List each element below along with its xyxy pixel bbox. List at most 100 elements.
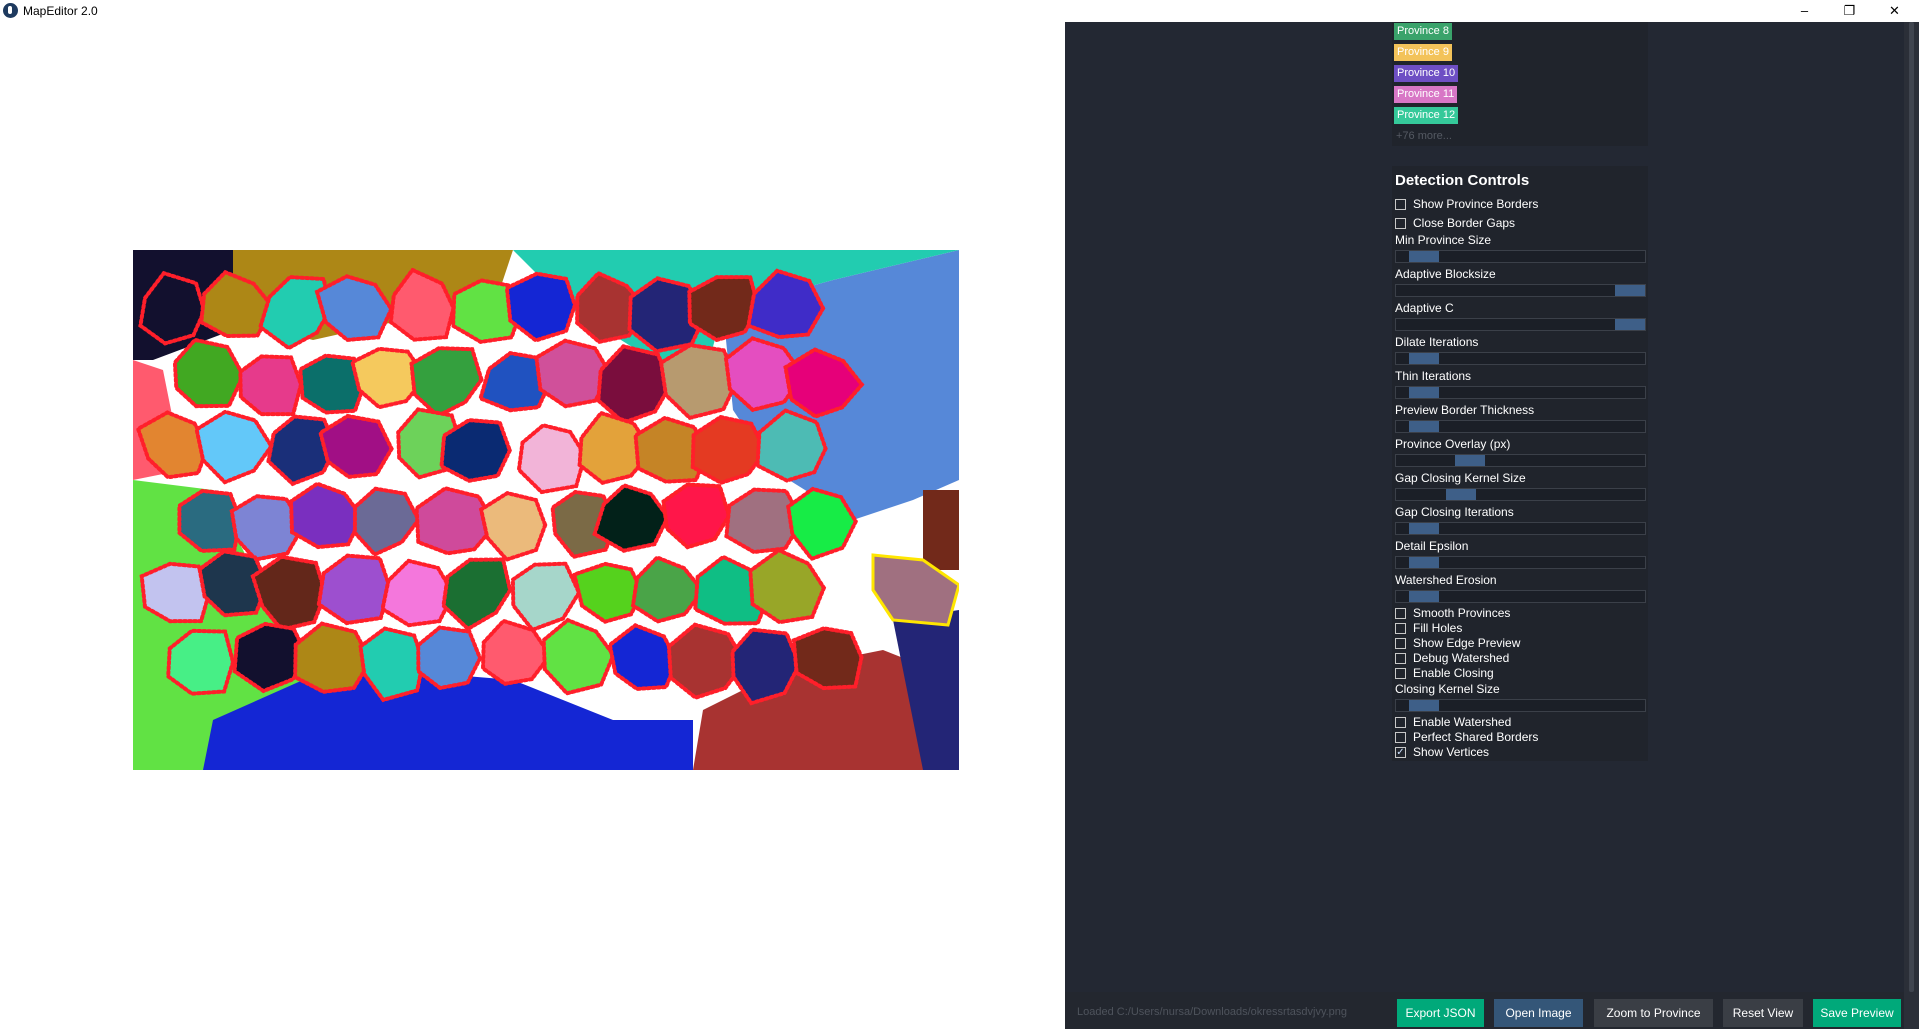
province-shape xyxy=(504,271,578,343)
province-overlay-px-slider[interactable] xyxy=(1395,454,1646,467)
gap-closing-kernel-size-label: Gap Closing Kernel Size xyxy=(1395,471,1526,485)
detail-epsilon-slider[interactable] xyxy=(1395,556,1646,569)
province-shape xyxy=(194,409,274,485)
debug-watershed-checkbox[interactable]: Debug Watershed xyxy=(1395,651,1509,665)
province-map[interactable] xyxy=(133,250,959,770)
watershed-erosion-label: Watershed Erosion xyxy=(1395,573,1497,587)
app-logo-icon xyxy=(3,3,18,18)
minimize-button[interactable]: – xyxy=(1782,0,1827,22)
checkbox-label: Smooth Provinces xyxy=(1413,606,1511,620)
preview-border-thickness-label: Preview Border Thickness xyxy=(1395,403,1535,417)
reset-view-button[interactable]: Reset View xyxy=(1723,999,1803,1027)
province-shape xyxy=(439,418,512,483)
slider-thumb[interactable] xyxy=(1409,523,1439,534)
export-json-button[interactable]: Export JSON xyxy=(1397,999,1484,1027)
enable-closing-checkbox[interactable]: Enable Closing xyxy=(1395,666,1494,680)
province-shape xyxy=(658,343,740,421)
dilate-iterations-slider[interactable] xyxy=(1395,352,1646,365)
gap-closing-kernel-size-slider[interactable] xyxy=(1395,488,1646,501)
slider-thumb[interactable] xyxy=(1615,319,1645,330)
adaptive-blocksize-slider[interactable] xyxy=(1395,284,1646,297)
province-shape xyxy=(289,481,364,550)
zoom-to-province-button[interactable]: Zoom to Province xyxy=(1594,999,1713,1027)
smooth-provinces-checkbox[interactable]: Smooth Provinces xyxy=(1395,606,1510,620)
province-list-item[interactable]: Province 10 xyxy=(1394,65,1459,82)
province-shape xyxy=(166,628,236,696)
checkbox-box[interactable] xyxy=(1395,731,1406,743)
checkbox-box[interactable] xyxy=(1395,607,1406,619)
province-list-item[interactable]: Province 11 xyxy=(1394,86,1458,103)
slider-thumb[interactable] xyxy=(1446,489,1476,500)
checkbox-box[interactable]: ✓ xyxy=(1395,746,1406,758)
checkbox-box[interactable] xyxy=(1395,198,1406,210)
closing-kernel-size-slider[interactable] xyxy=(1395,699,1646,712)
checkbox-label: Enable Closing xyxy=(1413,666,1494,680)
min-province-size-slider[interactable] xyxy=(1395,250,1646,263)
slider-thumb[interactable] xyxy=(1455,455,1485,466)
show-province-borders-checkbox[interactable]: Show Province Borders xyxy=(1395,197,1538,211)
checkbox-label: Show Province Borders xyxy=(1413,197,1539,211)
province-list-item[interactable]: Province 8 xyxy=(1394,23,1452,40)
adaptive-blocksize-label: Adaptive Blocksize xyxy=(1395,267,1496,281)
slider-thumb[interactable] xyxy=(1409,421,1439,432)
thin-iterations-label: Thin Iterations xyxy=(1395,369,1472,383)
slider-thumb[interactable] xyxy=(1409,387,1439,398)
province-shape xyxy=(352,486,421,557)
slider-thumb[interactable] xyxy=(1409,251,1439,262)
checkbox-box[interactable] xyxy=(1395,637,1406,649)
show-vertices-checkbox[interactable]: ✓ Show Vertices xyxy=(1395,745,1489,759)
gap-closing-iterations-slider[interactable] xyxy=(1395,522,1646,535)
province-shape xyxy=(316,553,392,626)
province-shape xyxy=(416,625,483,691)
show-edge-preview-checkbox[interactable]: Show Edge Preview xyxy=(1395,636,1520,650)
checkbox-label: Perfect Shared Borders xyxy=(1413,730,1539,744)
closing-kernel-size-label: Closing Kernel Size xyxy=(1395,682,1500,696)
checkbox-box[interactable] xyxy=(1395,667,1406,679)
checkbox-box[interactable] xyxy=(1395,217,1406,229)
province-shape xyxy=(293,621,373,694)
slider-thumb[interactable] xyxy=(1409,700,1439,711)
fill-holes-checkbox[interactable]: Fill Holes xyxy=(1395,621,1462,635)
province-shape xyxy=(592,483,671,553)
map-region xyxy=(923,490,959,570)
close-window-button[interactable]: ✕ xyxy=(1872,0,1917,22)
checkbox-box[interactable] xyxy=(1395,716,1406,728)
detail-epsilon-label: Detail Epsilon xyxy=(1395,539,1469,553)
perfect-shared-borders-checkbox[interactable]: Perfect Shared Borders xyxy=(1395,730,1538,744)
thin-iterations-slider[interactable] xyxy=(1395,386,1646,399)
maximize-button[interactable]: ❐ xyxy=(1827,0,1872,22)
province-shape xyxy=(516,423,588,495)
more-provinces-label: +76 more... xyxy=(1396,130,1452,142)
close-border-gaps-checkbox[interactable]: Close Border Gaps xyxy=(1395,216,1515,230)
province-shape xyxy=(480,618,553,686)
checkbox-box[interactable] xyxy=(1395,652,1406,664)
enable-watershed-checkbox[interactable]: Enable Watershed xyxy=(1395,715,1511,729)
open-image-button[interactable]: Open Image xyxy=(1494,999,1583,1027)
province-shape xyxy=(748,547,827,625)
province-shape xyxy=(541,617,616,696)
slider-thumb[interactable] xyxy=(1409,591,1439,602)
save-preview-button[interactable]: Save Preview xyxy=(1813,999,1901,1027)
province-shape xyxy=(238,354,304,417)
checkbox-box[interactable] xyxy=(1395,622,1406,634)
slider-thumb[interactable] xyxy=(1615,285,1645,296)
adaptive-c-label: Adaptive C xyxy=(1395,301,1454,315)
preview-border-thickness-slider[interactable] xyxy=(1395,420,1646,433)
checkbox-label: Fill Holes xyxy=(1413,621,1463,635)
scrollbar-thumb[interactable] xyxy=(1909,22,1914,992)
province-shape xyxy=(177,488,243,553)
checkbox-label: Enable Watershed xyxy=(1413,715,1512,729)
province-shape xyxy=(441,557,513,632)
watershed-erosion-slider[interactable] xyxy=(1395,590,1646,603)
province-shape xyxy=(596,344,673,425)
window-title: MapEditor 2.0 xyxy=(23,4,98,18)
province-shape xyxy=(661,482,732,550)
adaptive-c-slider[interactable] xyxy=(1395,318,1646,331)
province-list-item[interactable]: Province 12 xyxy=(1394,107,1459,124)
slider-thumb[interactable] xyxy=(1409,557,1439,568)
slider-thumb[interactable] xyxy=(1409,353,1439,364)
province-list-item[interactable]: Province 9 xyxy=(1394,44,1452,61)
checkbox-label: Close Border Gaps xyxy=(1413,216,1516,230)
province-shape xyxy=(571,561,645,624)
dilate-iterations-label: Dilate Iterations xyxy=(1395,335,1479,349)
